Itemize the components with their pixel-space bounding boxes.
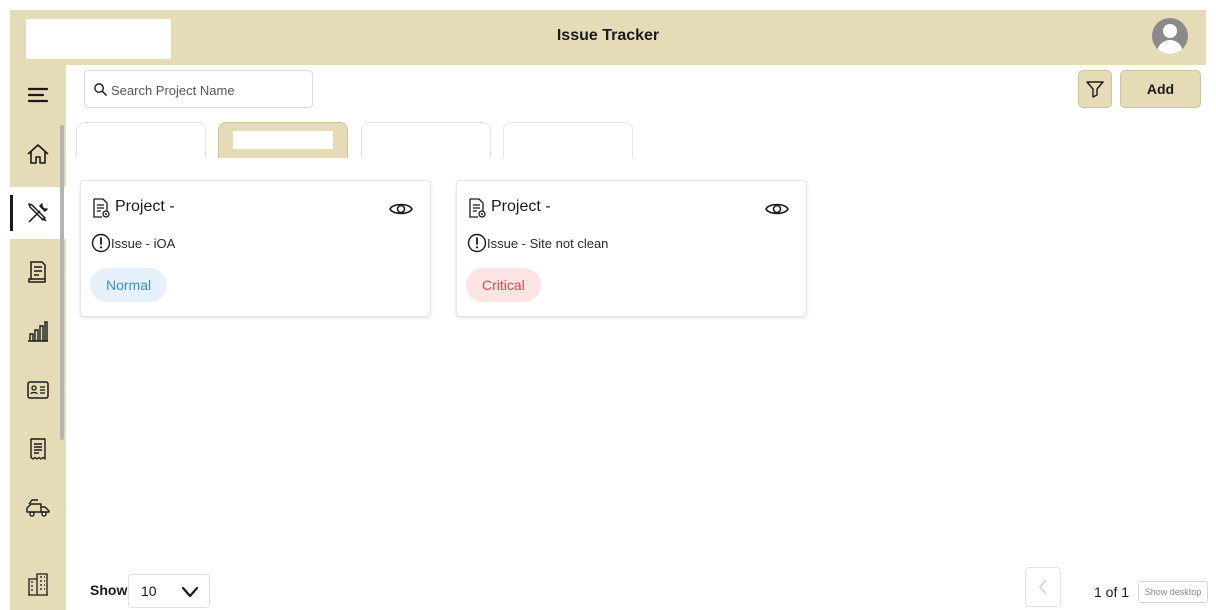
priority-badge: Critical [466, 268, 541, 302]
chevron-left-icon [1039, 579, 1047, 595]
tab-3[interactable] [361, 122, 491, 158]
view-eye-icon[interactable] [388, 199, 414, 219]
tab-2[interactable] [218, 122, 348, 158]
priority-badge: Normal [90, 268, 168, 302]
top-bar: Issue Tracker [10, 10, 1206, 65]
sidebar-item-contacts[interactable] [10, 364, 66, 416]
add-button[interactable]: Add [1120, 70, 1201, 108]
view-eye-icon[interactable] [764, 199, 790, 219]
sidebar [10, 65, 66, 610]
truck-icon [26, 499, 50, 517]
sidebar-item-invoices[interactable] [10, 423, 66, 475]
bar-chart-icon [28, 321, 48, 342]
tools-icon [28, 203, 48, 223]
alert-circle-icon [467, 233, 487, 253]
page-indicator: 1 of 1 [1094, 584, 1130, 600]
sidebar-item-documents[interactable] [10, 246, 66, 298]
search-input[interactable] [111, 80, 306, 100]
tab-label-placeholder [233, 131, 333, 149]
sidebar-item-tools[interactable] [10, 187, 66, 239]
sidebar-item-reports[interactable] [10, 305, 66, 357]
sidebar-item-vehicles[interactable] [10, 482, 66, 534]
show-label: Show [90, 582, 128, 598]
page-title: Issue Tracker [556, 27, 660, 44]
tab-1[interactable] [76, 122, 206, 158]
project-name: Project - [491, 198, 551, 215]
home-icon [27, 144, 49, 164]
sidebar-item-menu[interactable] [10, 69, 66, 121]
building-icon [28, 573, 48, 596]
filter-icon [1086, 81, 1104, 98]
page-size-select[interactable]: 10 [128, 574, 210, 608]
project-document-icon [469, 198, 486, 218]
project-document-icon [93, 198, 110, 218]
avatar-body-shape [1157, 40, 1183, 54]
issue-card[interactable]: Project - Issue - Site not clean Critica… [456, 180, 807, 317]
receipt-icon [30, 438, 46, 460]
issue-title: Issue - Site not clean [487, 236, 609, 251]
alert-circle-icon [91, 233, 111, 253]
previous-page-button[interactable] [1025, 567, 1061, 607]
search-box[interactable] [84, 70, 313, 108]
id-card-icon [27, 381, 49, 399]
sidebar-item-home[interactable] [10, 128, 66, 180]
tab-4[interactable] [503, 122, 633, 158]
issue-card[interactable]: Project - Issue - iOA Normal [80, 180, 431, 317]
search-icon [94, 83, 107, 96]
menu-icon [27, 87, 49, 103]
document-icon [28, 261, 46, 283]
filter-button[interactable] [1078, 70, 1112, 108]
chevron-down-icon [181, 586, 199, 598]
avatar-head-shape [1163, 24, 1177, 38]
issue-title: Issue - iOA [111, 236, 176, 251]
user-avatar[interactable] [1152, 18, 1188, 54]
project-name: Project - [115, 198, 175, 215]
show-desktop-button[interactable]: Show desktop [1138, 581, 1208, 603]
page-size-value: 10 [141, 583, 157, 599]
sidebar-item-buildings[interactable] [10, 558, 66, 610]
sidebar-scrollbar[interactable] [60, 125, 64, 440]
